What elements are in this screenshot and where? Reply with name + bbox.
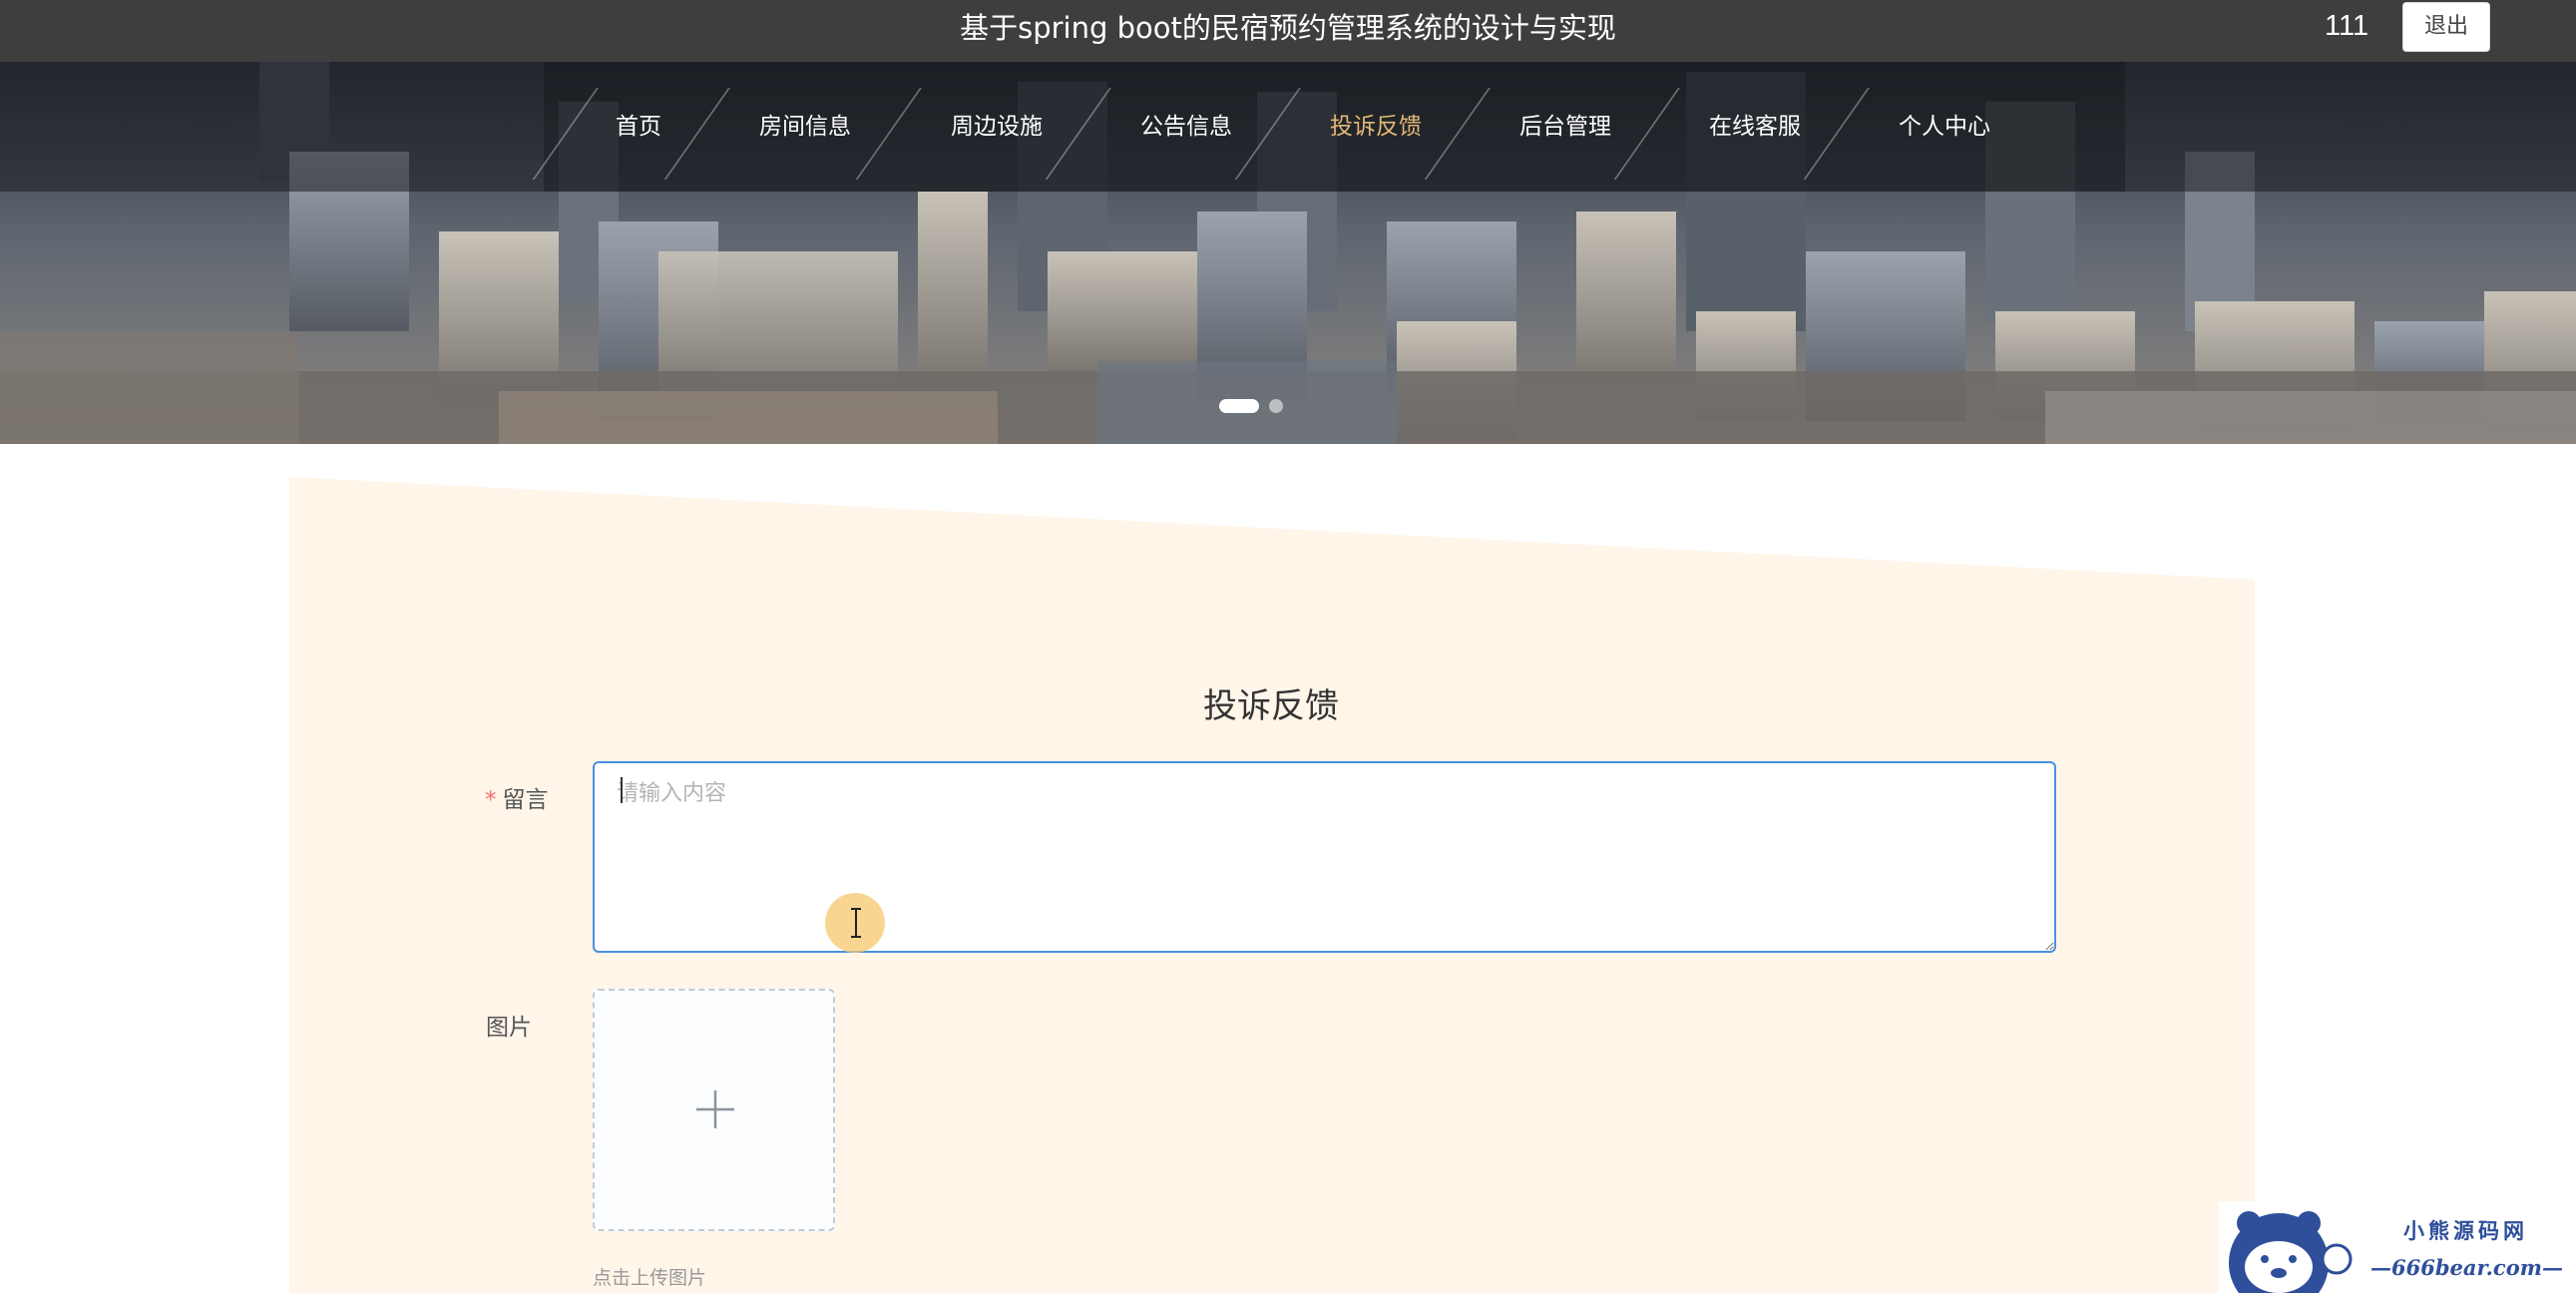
carousel-dot-active[interactable]	[1219, 399, 1259, 413]
watermark-url: —666bear.com—	[2370, 1255, 2563, 1280]
image-upload-button[interactable]	[593, 989, 835, 1231]
nav-item-facilities[interactable]: 周边设施	[942, 62, 1052, 192]
plus-icon	[696, 1090, 734, 1128]
logout-button[interactable]: 退出	[2402, 2, 2490, 52]
carousel-dot[interactable]	[1269, 399, 1283, 413]
nav-item-notices[interactable]: 公告信息	[1131, 62, 1241, 192]
message-label: * 留言	[485, 780, 549, 814]
image-label: 图片	[486, 1015, 532, 1041]
watermark-title: 小熊源码网	[2403, 1218, 2528, 1243]
site-watermark: 小熊源码网 —666bear.com—	[2219, 1201, 2576, 1293]
text-caret	[621, 777, 623, 803]
nav-item-admin[interactable]: 后台管理	[1510, 62, 1620, 192]
message-input[interactable]	[595, 763, 2054, 951]
message-textarea-wrapper	[593, 761, 2056, 953]
page-title: 投诉反馈	[1203, 686, 1339, 726]
nav-item-complaints[interactable]: 投诉反馈	[1321, 62, 1431, 192]
top-header: 基于spring boot的民宿预约管理系统的设计与实现 111 退出	[0, 0, 2576, 62]
bear-logo-icon	[2229, 1211, 2353, 1293]
hero-banner: 首页 房间信息 周边设施 公告信息 投诉反馈 后台管理 在线客服 个人中心	[0, 62, 2576, 444]
message-label-text: 留言	[502, 787, 549, 813]
nav-item-profile[interactable]: 个人中心	[1890, 62, 1999, 192]
text-cursor-icon	[851, 908, 861, 938]
site-title: 基于spring boot的民宿预约管理系统的设计与实现	[960, 11, 1616, 45]
upload-hint: 点击上传图片	[593, 1267, 707, 1289]
nav-item-support[interactable]: 在线客服	[1700, 62, 1810, 192]
required-mark: *	[485, 787, 497, 813]
username: 111	[2325, 10, 2369, 42]
nav-item-rooms[interactable]: 房间信息	[750, 62, 860, 192]
main-nav: 首页 房间信息 周边设施 公告信息 投诉反馈 后台管理 在线客服 个人中心	[0, 62, 2576, 192]
